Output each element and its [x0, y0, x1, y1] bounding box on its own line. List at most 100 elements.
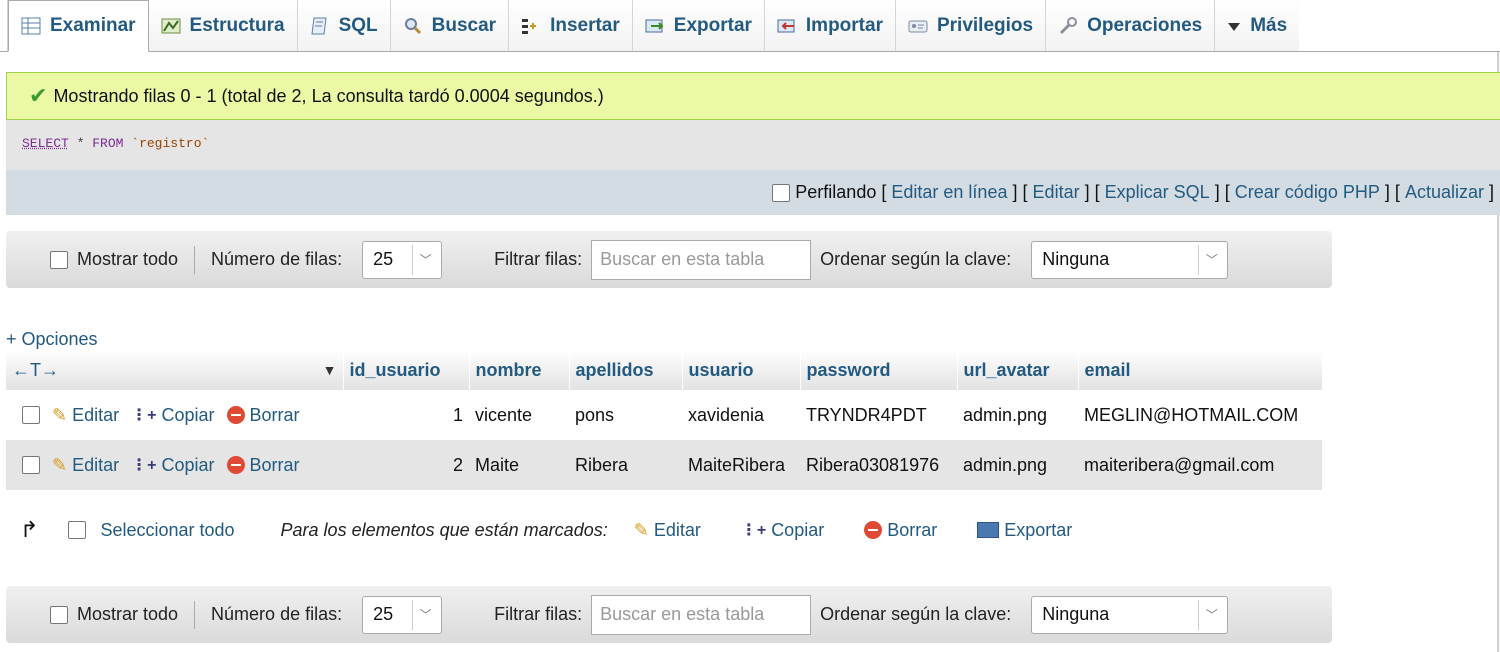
cell-id-usuario[interactable]: 2	[343, 440, 469, 490]
show-all-checkbox[interactable]	[50, 605, 68, 624]
sort-by-key-select[interactable]: Ninguna ﹀	[1031, 240, 1229, 279]
link-create-php-code[interactable]: Crear código PHP	[1235, 182, 1380, 203]
bulk-export-button[interactable]: Exportar	[977, 520, 1072, 541]
tab-label: Operaciones	[1087, 14, 1203, 36]
row-select-checkbox[interactable]	[22, 456, 40, 474]
marked-items-label: Para los elementos que están marcados:	[280, 519, 608, 540]
pencil-icon: ✎	[52, 454, 68, 475]
import-icon	[777, 17, 797, 35]
triangle-down-icon[interactable]: ▼	[323, 362, 337, 378]
tab-label: Estructura	[189, 14, 285, 36]
pencil-icon: ✎	[633, 519, 649, 540]
success-message: ✔ Mostrando filas 0 - 1 (total de 2, La …	[6, 72, 1500, 120]
rows-count-select[interactable]: 25 ﹀	[362, 240, 443, 279]
column-header-email[interactable]: email	[1078, 350, 1323, 390]
tab-estructura[interactable]: Estructura	[148, 0, 298, 51]
show-all-checkbox[interactable]	[50, 250, 68, 269]
export-icon	[977, 522, 1000, 538]
export-icon	[645, 17, 665, 35]
tab-importar[interactable]: Importar	[764, 0, 896, 51]
copy-icon: ⋮+	[131, 407, 157, 424]
column-header-usuario[interactable]: usuario	[682, 350, 801, 390]
rows-count-select[interactable]: 25 ﹀	[362, 595, 443, 634]
cell-url-avatar[interactable]: admin.png	[957, 390, 1078, 440]
bulk-actions-bar: ↱ Seleccionar todo Para los elementos qu…	[6, 508, 1112, 552]
tab-label: SQL	[338, 14, 378, 36]
tab-insertar[interactable]: Insertar	[509, 0, 633, 51]
show-all-label: Mostrar todo	[77, 604, 179, 624]
bulk-edit-button[interactable]: ✎ Editar	[634, 520, 701, 541]
rows-count-label: Número de filas:	[211, 604, 343, 624]
column-header-url-avatar[interactable]: url_avatar	[957, 350, 1079, 390]
sql-icon	[310, 17, 330, 35]
sql-table-name: `registro`	[131, 136, 210, 151]
tab-bar: Examinar Estructura SQL Buscar Insertar …	[0, 0, 1500, 52]
cell-password[interactable]: TRYNDR4PDT	[800, 390, 957, 440]
table-row: ✎ Editar ⋮+ Copiar Borrar 1 vicente pons x…	[6, 390, 1322, 440]
row-edit-button[interactable]: ✎ Editar	[52, 405, 119, 426]
sort-by-key-select[interactable]: Ninguna ﹀	[1031, 595, 1229, 634]
tab-operaciones[interactable]: Operaciones	[1046, 0, 1216, 51]
tab-label: Más	[1250, 14, 1288, 36]
cell-nombre[interactable]: vicente	[469, 390, 569, 440]
column-resize-arrows[interactable]: ←T→	[12, 360, 59, 381]
search-icon	[403, 17, 423, 35]
chevron-down-icon: ﹀	[1198, 599, 1224, 630]
tab-sql[interactable]: SQL	[297, 0, 391, 51]
options-link[interactable]: + Opciones	[6, 329, 98, 350]
link-edit[interactable]: Editar	[1033, 182, 1080, 203]
chevron-down-icon: ﹀	[412, 599, 438, 630]
profiling-label: Perfilando	[795, 182, 877, 202]
delete-icon	[864, 521, 883, 539]
column-header-apellidos[interactable]: apellidos	[569, 350, 683, 390]
row-edit-button[interactable]: ✎ Editar	[52, 455, 119, 476]
show-all-label: Mostrar todo	[77, 249, 179, 269]
arrow-up-left-icon: ↱	[20, 517, 39, 542]
link-edit-inline[interactable]: Editar en línea	[891, 182, 1007, 203]
cell-email[interactable]: maiteribera@gmail.com	[1078, 440, 1322, 490]
insert-icon	[521, 17, 541, 35]
cell-usuario[interactable]: xavidenia	[682, 390, 800, 440]
chevron-down-icon: ﹀	[412, 244, 438, 275]
bulk-delete-button[interactable]: Borrar	[864, 520, 937, 541]
tab-label: Buscar	[431, 14, 497, 36]
select-all-checkbox[interactable]	[68, 521, 87, 539]
row-select-checkbox[interactable]	[22, 406, 40, 424]
column-header-id-usuario[interactable]: id_usuario	[343, 350, 470, 390]
cell-id-usuario[interactable]: 1	[343, 390, 469, 440]
tab-buscar[interactable]: Buscar	[390, 0, 510, 51]
filter-rows-input[interactable]: Buscar en esta tabla	[591, 239, 812, 280]
cell-apellidos[interactable]: Ribera	[569, 440, 682, 490]
tab-exportar[interactable]: Exportar	[632, 0, 765, 51]
row-delete-button[interactable]: Borrar	[226, 405, 300, 426]
cell-url-avatar[interactable]: admin.png	[957, 440, 1078, 490]
triangle-down-icon	[1227, 17, 1241, 35]
filter-rows-input[interactable]: Buscar en esta tabla	[591, 594, 812, 635]
row-copy-button[interactable]: ⋮+ Copiar	[131, 455, 214, 476]
link-explain-sql[interactable]: Explicar SQL	[1105, 182, 1210, 203]
chevron-down-icon: ﹀	[1198, 244, 1224, 275]
wrench-icon	[1058, 16, 1078, 35]
row-delete-button[interactable]: Borrar	[226, 455, 300, 476]
cell-usuario[interactable]: MaiteRibera	[682, 440, 800, 490]
tab-privilegios[interactable]: Privilegios	[895, 0, 1047, 51]
profiling-checkbox[interactable]	[772, 183, 791, 202]
pencil-icon: ✎	[52, 404, 68, 425]
cell-email[interactable]: MEGLIN@HOTMAIL.COM	[1078, 390, 1322, 440]
cell-apellidos[interactable]: pons	[569, 390, 682, 440]
sql-star: *	[76, 136, 85, 151]
cell-password[interactable]: Ribera03081976	[800, 440, 957, 490]
row-copy-button[interactable]: ⋮+ Copiar	[131, 405, 214, 426]
select-all-link[interactable]: Seleccionar todo	[100, 520, 234, 541]
tab-label: Privilegios	[936, 14, 1034, 36]
bulk-copy-button[interactable]: ⋮+ Copiar	[741, 520, 824, 541]
column-header-nombre[interactable]: nombre	[469, 350, 570, 390]
tab-examinar[interactable]: Examinar	[8, 0, 149, 52]
rows-count-label: Número de filas:	[211, 249, 343, 269]
tab-mas[interactable]: Más	[1215, 0, 1300, 51]
sort-by-key-label: Ordenar según la clave:	[820, 604, 1012, 624]
sql-keyword-select[interactable]: SELECT	[22, 136, 69, 151]
cell-nombre[interactable]: Maite	[469, 440, 569, 490]
column-header-password[interactable]: password	[800, 350, 958, 390]
link-refresh[interactable]: Actualizar	[1405, 182, 1484, 203]
